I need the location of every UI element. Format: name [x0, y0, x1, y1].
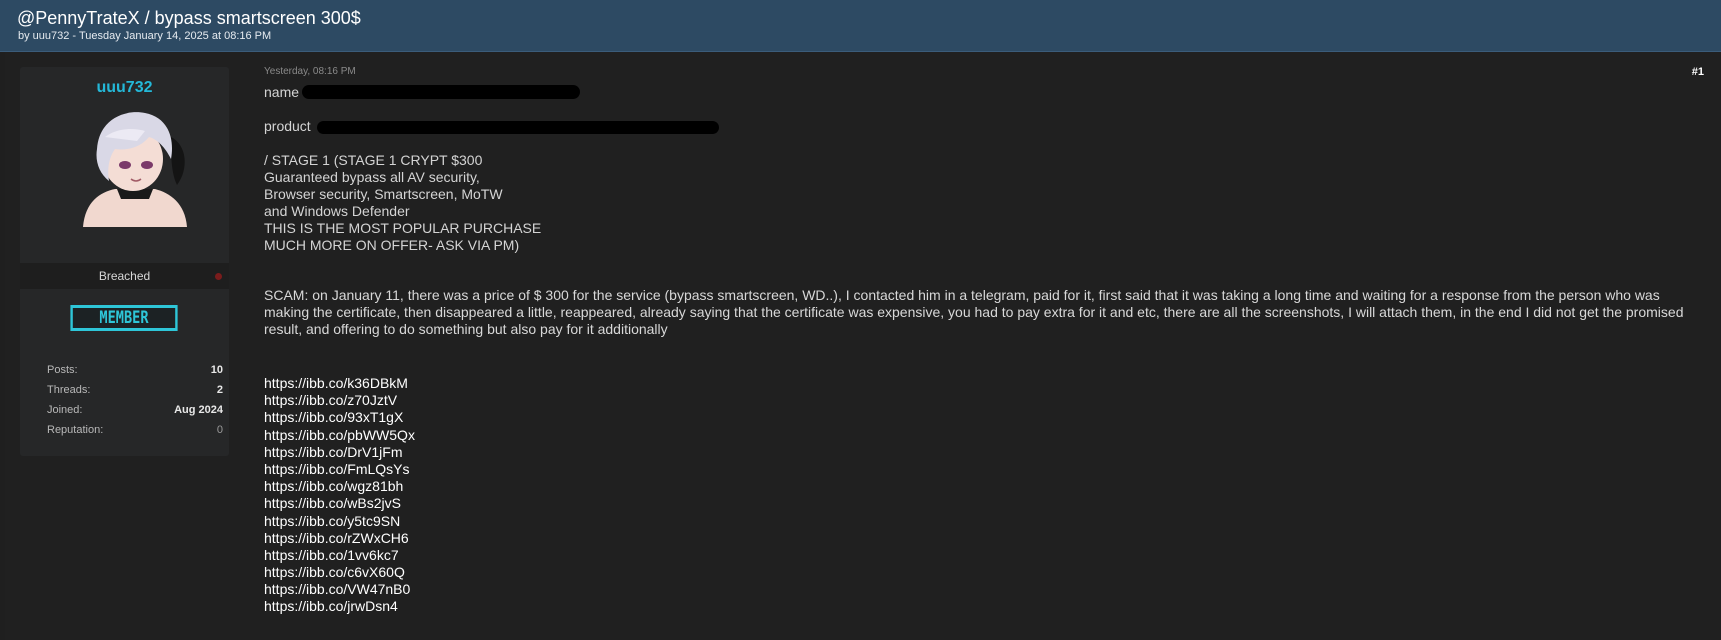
offer-line: Guaranteed bypass all AV security,	[264, 169, 480, 185]
screenshot-link[interactable]: https://ibb.co/jrwDsn4	[264, 598, 415, 615]
scam-report-text: SCAM: on January 11, there was a price o…	[264, 287, 1684, 338]
stat-label: Threads:	[47, 384, 91, 396]
offer-line: and Windows Defender	[264, 203, 410, 219]
stat-value: 2	[216, 384, 223, 396]
stat-label: Reputation:	[47, 424, 104, 436]
user-group-label: Breached	[98, 269, 151, 283]
offline-status-dot	[215, 273, 222, 280]
screenshot-link[interactable]: https://ibb.co/93xT1gX	[264, 409, 415, 426]
thread-meta: by uuu732 - Tuesday January 14, 2025 at …	[18, 30, 272, 42]
user-group-row: Breached	[20, 263, 229, 289]
screenshot-link[interactable]: https://ibb.co/1vv6kc7	[264, 547, 415, 564]
screenshot-link[interactable]: https://ibb.co/FmLQsYs	[264, 461, 415, 478]
redaction-mark	[302, 85, 580, 99]
name-label: name	[264, 84, 300, 100]
user-stats: Posts: 10 Threads: 2 Joined: Aug 2024 Re…	[47, 360, 223, 440]
stat-value: 10	[210, 364, 223, 376]
avatar[interactable]	[75, 107, 195, 227]
stat-label: Joined:	[47, 404, 83, 416]
screenshot-link[interactable]: https://ibb.co/VW47nB0	[264, 581, 415, 598]
name-line: name	[264, 84, 299, 101]
screenshot-link[interactable]: https://ibb.co/pbWW5Qx	[264, 427, 415, 444]
screenshot-link[interactable]: https://ibb.co/k36DBkM	[264, 375, 415, 392]
screenshot-link[interactable]: https://ibb.co/y5tc9SN	[264, 513, 415, 530]
screenshot-link[interactable]: https://ibb.co/z70JztV	[264, 392, 415, 409]
stat-reputation: Reputation: 0	[47, 420, 223, 440]
screenshot-links: https://ibb.co/k36DBkM https://ibb.co/z7…	[264, 375, 415, 616]
stat-label: Posts:	[47, 364, 78, 376]
username-link[interactable]: uuu732	[20, 79, 229, 97]
offer-line: MUCH MORE ON OFFER- ASK VIA PM)	[264, 237, 520, 253]
offer-line: THIS IS THE MOST POPULAR PURCHASE	[264, 220, 542, 236]
stat-value: Aug 2024	[174, 404, 223, 416]
screenshot-link[interactable]: https://ibb.co/c6vX60Q	[264, 564, 415, 581]
user-panel: uuu732 Breached MEMBER Posts: 10 Threads…	[20, 67, 229, 456]
stat-posts: Posts: 10	[47, 360, 223, 380]
post-permalink[interactable]: #1	[1692, 66, 1704, 78]
redaction-mark	[317, 121, 719, 134]
member-rank-badge: MEMBER	[70, 305, 178, 331]
stat-threads: Threads: 2	[47, 380, 223, 400]
screenshot-link[interactable]: https://ibb.co/wgz81bh	[264, 478, 415, 495]
offer-line: Browser security, Smartscreen, MoTW	[264, 186, 503, 202]
screenshot-link[interactable]: https://ibb.co/DrV1jFm	[264, 444, 415, 461]
stat-value[interactable]: 0	[217, 424, 223, 436]
thread-title: @PennyTrateX / bypass smartscreen 300$	[17, 8, 361, 28]
product-label: product	[264, 118, 311, 134]
post: Yesterday, 08:16 PM #1 name product / ST…	[264, 64, 1704, 634]
stat-joined: Joined: Aug 2024	[47, 400, 223, 420]
thread-header: @PennyTrateX / bypass smartscreen 300$ b…	[0, 0, 1721, 52]
product-line: product	[264, 118, 311, 135]
screenshot-link[interactable]: https://ibb.co/wBs2jvS	[264, 495, 415, 512]
offer-line: / STAGE 1 (STAGE 1 CRYPT $300	[264, 152, 483, 168]
post-date: Yesterday, 08:16 PM	[264, 66, 356, 77]
screenshot-link[interactable]: https://ibb.co/rZWxCH6	[264, 530, 415, 547]
avatar-image	[83, 112, 187, 227]
